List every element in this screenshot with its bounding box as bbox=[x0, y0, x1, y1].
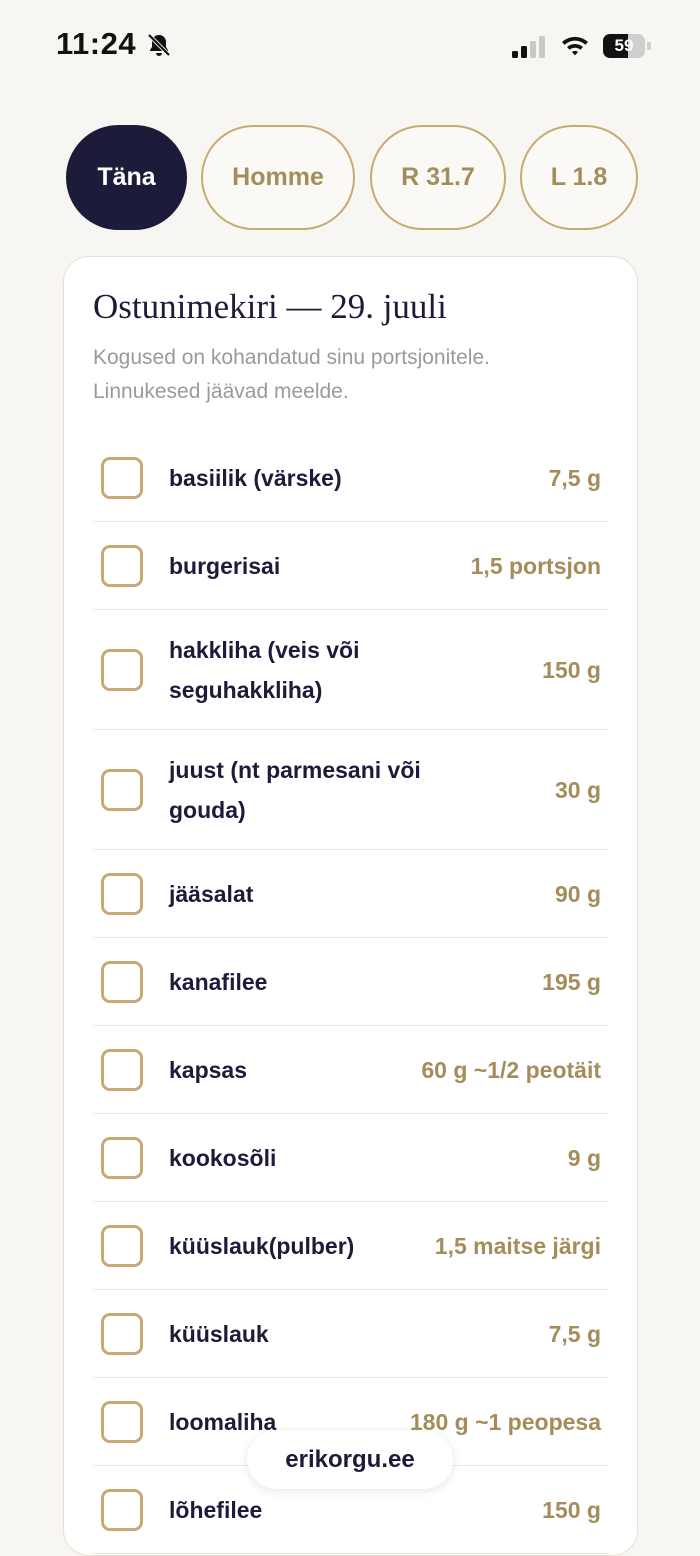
item-quantity: 90 g bbox=[554, 881, 601, 907]
item-checkbox[interactable] bbox=[101, 457, 143, 499]
item-quantity: 150 g bbox=[542, 1497, 601, 1523]
item-checkbox[interactable] bbox=[101, 1049, 143, 1091]
item-quantity: 1,5 portsjon bbox=[470, 553, 601, 579]
item-quantity: 1,5 maitse järgi bbox=[434, 1233, 601, 1259]
item-checkbox[interactable] bbox=[101, 545, 143, 587]
item-quantity: 7,5 g bbox=[548, 465, 601, 491]
item-name: basiilik (värske) bbox=[169, 458, 342, 498]
item-name-line: jääsalat bbox=[169, 881, 254, 907]
item-checkbox[interactable] bbox=[101, 1225, 143, 1267]
status-bar: 11:24 59 bbox=[0, 0, 700, 92]
item-checkbox[interactable] bbox=[101, 1137, 143, 1179]
item-quantity: 30 g bbox=[554, 777, 601, 803]
item-name: burgerisai bbox=[169, 546, 280, 586]
list-item[interactable]: küüslauk(pulber) 1,5 maitse järgi bbox=[93, 1202, 609, 1290]
item-name-line: juust (nt parmesani või bbox=[169, 757, 421, 783]
item-quantity: 60 g ~1/2 peotäit bbox=[421, 1057, 601, 1083]
list-item[interactable]: kapsas 60 g ~1/2 peotäit bbox=[93, 1026, 609, 1114]
bell-muted-icon bbox=[147, 33, 171, 57]
item-checkbox[interactable] bbox=[101, 769, 143, 811]
item-name-line: lõhefilee bbox=[169, 1497, 263, 1523]
card-subtitle-line-1: Kogused on kohandatud sinu portsjonitele… bbox=[93, 346, 490, 369]
item-name: hakkliha (veis või seguhakkliha) bbox=[169, 630, 359, 710]
list-item[interactable]: kanafilee 195 g bbox=[93, 938, 609, 1026]
tab-friday[interactable]: R 31.7 bbox=[370, 125, 506, 230]
tab-today[interactable]: Täna bbox=[66, 125, 187, 230]
list-item[interactable]: basiilik (värske) 7,5 g bbox=[93, 434, 609, 522]
item-checkbox[interactable] bbox=[101, 1313, 143, 1355]
item-checkbox[interactable] bbox=[101, 1489, 143, 1531]
item-name: kapsas bbox=[169, 1050, 247, 1090]
item-name-line: küüslauk bbox=[169, 1321, 269, 1347]
status-time: 11:24 bbox=[56, 26, 137, 61]
item-quantity: 195 g bbox=[542, 969, 601, 995]
item-name-line: seguhakkliha) bbox=[169, 677, 323, 703]
list-item[interactable]: burgerisai 1,5 portsjon bbox=[93, 522, 609, 610]
list-item[interactable]: hakkliha (veis või seguhakkliha) 150 g bbox=[93, 610, 609, 730]
list-item[interactable]: kookosõli 9 g bbox=[93, 1114, 609, 1202]
item-name-line: küüslauk(pulber) bbox=[169, 1233, 355, 1259]
card-subtitle: Kogused on kohandatud sinu portsjonitele… bbox=[93, 341, 593, 409]
item-quantity: 7,5 g bbox=[548, 1321, 601, 1347]
item-name-line: kapsas bbox=[169, 1057, 248, 1083]
item-quantity: 150 g bbox=[542, 657, 601, 683]
item-checkbox[interactable] bbox=[101, 649, 143, 691]
item-quantity: 9 g bbox=[567, 1145, 601, 1171]
wifi-icon bbox=[562, 36, 588, 56]
tab-tomorrow[interactable]: Homme bbox=[201, 125, 355, 230]
ingredient-list: basiilik (värske) 7,5 g burgerisai 1,5 port… bbox=[93, 434, 609, 1554]
item-name-line: burgerisai bbox=[169, 553, 281, 579]
shopping-list-card: Ostunimekiri — 29. juuli Kogused on koha… bbox=[63, 256, 638, 1556]
item-name: kanafilee bbox=[169, 962, 267, 1002]
item-name: küüslauk(pulber) bbox=[169, 1226, 354, 1266]
item-name: lõhefilee bbox=[169, 1490, 262, 1530]
card-subtitle-line-2: Linnukesed jäävad meelde. bbox=[93, 380, 349, 403]
item-name-line: gouda) bbox=[169, 797, 246, 823]
item-name-line: kanafilee bbox=[169, 969, 268, 995]
list-item[interactable]: küüslauk 7,5 g bbox=[93, 1290, 609, 1378]
item-checkbox[interactable] bbox=[101, 873, 143, 915]
tab-saturday[interactable]: L 1.8 bbox=[520, 125, 638, 230]
list-item[interactable]: jääsalat 90 g bbox=[93, 850, 609, 938]
item-name: juust (nt parmesani või gouda) bbox=[169, 750, 421, 830]
item-name-line: basiilik (värske) bbox=[169, 465, 342, 491]
item-name: kookosõli bbox=[169, 1138, 276, 1178]
site-link[interactable]: erikorgu.ee bbox=[247, 1431, 453, 1489]
list-item[interactable]: juust (nt parmesani või gouda) 30 g bbox=[93, 730, 609, 850]
item-name-line: kookosõli bbox=[169, 1145, 277, 1171]
item-checkbox[interactable] bbox=[101, 1401, 143, 1443]
item-name-line: hakkliha (veis või bbox=[169, 637, 360, 663]
battery-icon: 59 bbox=[603, 34, 651, 58]
item-name: jääsalat bbox=[169, 874, 253, 914]
card-title: Ostunimekiri — 29. juuli bbox=[93, 287, 447, 326]
item-name: küüslauk bbox=[169, 1314, 269, 1354]
battery-level: 59 bbox=[614, 36, 634, 55]
cellular-signal-icon bbox=[512, 36, 545, 58]
item-checkbox[interactable] bbox=[101, 961, 143, 1003]
